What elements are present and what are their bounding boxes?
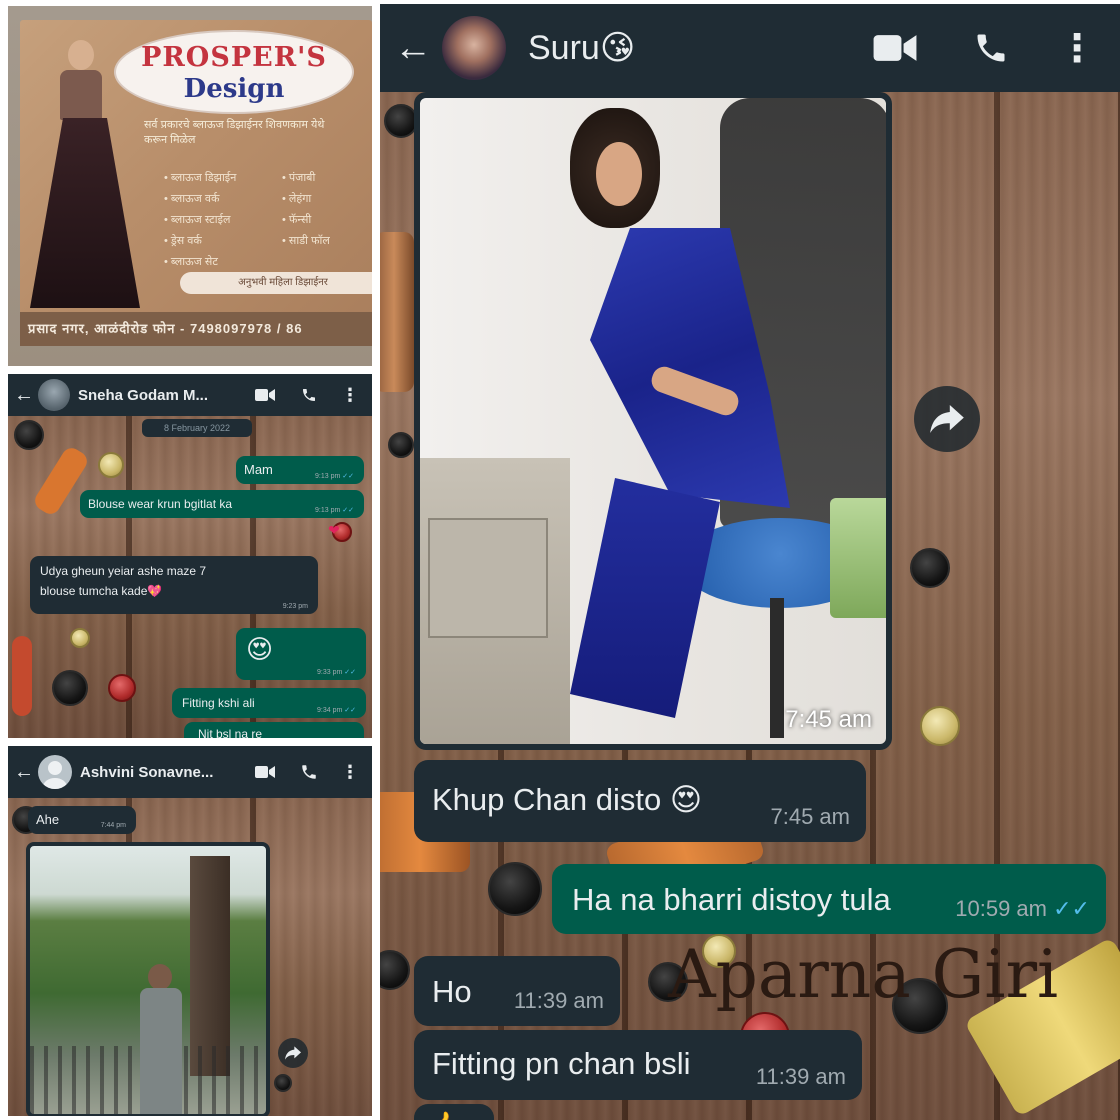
message-time: 7:44 pm xyxy=(100,822,126,829)
voice-call-icon[interactable] xyxy=(296,763,322,781)
video-call-icon[interactable] xyxy=(252,388,278,402)
poster-tagline: सर्व प्रकारचे ब्लाऊज डिझाईनर शिवणकाम येथ… xyxy=(144,119,325,146)
contact-name[interactable]: Ashvini Sonavne... xyxy=(80,764,236,781)
message-time: 11:39 am xyxy=(513,988,604,1013)
message-time: 10:59 am xyxy=(955,896,1047,921)
read-ticks-icon: ✓✓ xyxy=(342,473,354,480)
chat-header: ← Sneha Godam M... ⋮ xyxy=(8,374,372,416)
message-bubble-out[interactable]: Ha na bharri distoy tula 10:59 am ✓✓ xyxy=(552,864,1106,934)
message-text: Ahe xyxy=(36,812,60,827)
message-time: 11:39 am xyxy=(755,1064,846,1089)
message-bubble-in[interactable]: Ho 11:39 am xyxy=(414,956,620,1026)
read-ticks-icon: ✓✓ xyxy=(344,669,356,676)
watermark-text: Aparna Giri xyxy=(668,936,1059,1013)
read-ticks-icon: ✓✓ xyxy=(1053,896,1090,921)
message-bubble-in[interactable]: 👍 xyxy=(414,1104,494,1120)
message-text: Udya gheun yeiar ashe maze 7 xyxy=(40,564,207,578)
message-text: Ha na bharri distoy tula xyxy=(572,882,891,917)
more-options-icon[interactable]: ⋮ xyxy=(340,762,360,783)
message-bubble-out[interactable]: Nit bsl na re xyxy=(184,722,364,738)
more-options-icon[interactable]: ⋮ xyxy=(1058,26,1096,71)
shared-photo[interactable] xyxy=(26,842,270,1116)
message-emoji: 👍 xyxy=(428,1110,460,1120)
message-bubble-in[interactable]: Ahe 7:44 pm xyxy=(28,806,136,834)
poster-photo: PROSPER'S Design सर्व प्रकारचे ब्लाऊज डि… xyxy=(8,6,372,366)
poster-list-item: पंजाबी xyxy=(282,168,330,189)
message-time: 9:33 pm xyxy=(317,669,343,676)
poster-list-item: ड्रेस वर्क xyxy=(164,231,236,252)
contact-name[interactable]: Sneha Godam M... xyxy=(78,387,238,404)
message-text: Fitting pn chan bsli xyxy=(432,1046,691,1081)
back-arrow-icon[interactable]: ← xyxy=(394,29,434,67)
message-text: Nit bsl na re xyxy=(198,727,263,738)
poster-list-item: ब्लाऊज स्टाईल xyxy=(164,210,236,231)
message-bubble-in[interactable]: Fitting pn chan bsli 11:39 am xyxy=(414,1030,862,1100)
message-text: Blouse wear krun bgitlat ka xyxy=(88,497,233,511)
poster-board: PROSPER'S Design सर्व प्रकारचे ब्लाऊज डि… xyxy=(20,20,372,346)
chat-screenshot-ashvini: ← Ashvini Sonavne... ⋮ Ahe 7:44 pm xyxy=(8,746,372,1116)
message-time: 9:13 pm xyxy=(315,473,341,480)
video-call-icon[interactable] xyxy=(252,765,278,779)
message-bubble-out[interactable]: Fitting kshi ali 9:34 pm ✓✓ xyxy=(172,688,366,718)
message-bubble-in[interactable]: Khup Chan disto 😍 7:45 am xyxy=(414,760,866,842)
message-text: Mam xyxy=(244,462,273,477)
more-options-icon[interactable]: ⋮ xyxy=(340,385,360,406)
message-bubble-out[interactable]: Blouse wear krun bgitlat ka 9:13 pm ✓✓ xyxy=(80,490,364,518)
voice-call-icon[interactable] xyxy=(966,30,1016,66)
poster-pill-text: अनुभवी महिला डिझाईनर xyxy=(180,272,372,294)
read-ticks-icon: ✓✓ xyxy=(344,707,356,714)
poster-list-right: पंजाबी लेहंगा फॅन्सी साडी फॉल xyxy=(282,168,330,252)
photo-timestamp: 7:45 am xyxy=(785,706,872,733)
poster-list-item: फॅन्सी xyxy=(282,210,330,231)
message-bubble-out[interactable]: 😍 9:33 pm ✓✓ xyxy=(236,628,366,680)
voice-call-icon[interactable] xyxy=(296,387,322,403)
message-time: 9:13 pm xyxy=(315,507,341,514)
message-bubble-out[interactable]: Mam 9:13 pm ✓✓ xyxy=(236,456,364,484)
shared-photo[interactable]: 7:45 am xyxy=(414,92,892,750)
message-time: 9:34 pm xyxy=(317,707,343,714)
avatar[interactable] xyxy=(38,379,70,411)
reaction-heart-icon: ❤ xyxy=(328,522,340,538)
poster-list-item: साडी फॉल xyxy=(282,231,330,252)
message-text: Fitting kshi ali xyxy=(182,696,255,710)
back-arrow-icon[interactable]: ← xyxy=(14,384,34,407)
poster-list-item: ब्लाऊज वर्क xyxy=(164,189,236,210)
poster-logo: PROSPER'S Design xyxy=(116,32,352,112)
poster-list-item: ब्लाऊज डिझाईन xyxy=(164,168,236,189)
chat-body: Ahe 7:44 pm xyxy=(8,798,372,1116)
message-bubble-in[interactable]: Udya gheun yeiar ashe maze 7 blouse tumc… xyxy=(30,556,318,614)
poster-list-item: लेहंगा xyxy=(282,189,330,210)
chat-header: ← Suru😘 ⋮ xyxy=(380,4,1120,92)
poster-logo-line2: Design xyxy=(183,74,285,104)
forward-icon[interactable] xyxy=(278,1038,308,1068)
contact-name[interactable]: Suru😘 xyxy=(528,28,828,68)
avatar[interactable] xyxy=(442,16,506,80)
avatar-placeholder-icon[interactable] xyxy=(38,755,72,789)
chat-screenshot-sneha: ← Sneha Godam M... ⋮ 8 February 2022 Mam… xyxy=(8,374,372,738)
back-arrow-icon[interactable]: ← xyxy=(14,761,34,784)
message-text: Khup Chan disto 😍 xyxy=(432,782,703,817)
forward-icon[interactable] xyxy=(914,386,980,452)
message-emoji: 😍 xyxy=(246,634,274,664)
message-time: 7:45 am xyxy=(770,804,851,829)
poster-list-left: ब्लाऊज डिझाईन ब्लाऊज वर्क ब्लाऊज स्टाईल … xyxy=(164,168,236,273)
chat-header: ← Ashvini Sonavne... ⋮ xyxy=(8,746,372,798)
date-chip: 8 February 2022 xyxy=(142,419,252,437)
read-ticks-icon: ✓✓ xyxy=(342,507,354,514)
poster-footer-text: प्रसाद नगर, आळंदीरोड फोन - 7498097978 / … xyxy=(20,312,372,346)
message-text: Ho xyxy=(432,974,472,1009)
poster-logo-line1: PROSPER'S xyxy=(141,42,327,73)
video-call-icon[interactable] xyxy=(870,33,920,63)
poster-list-item: ब्लाऊज सेट xyxy=(164,252,236,273)
message-text-line2: blouse tumcha kade💖 xyxy=(40,584,163,598)
message-time: 9:23 pm xyxy=(282,603,308,610)
chat-body: 8 February 2022 Mam 9:13 pm ✓✓ Blouse we… xyxy=(8,416,372,738)
